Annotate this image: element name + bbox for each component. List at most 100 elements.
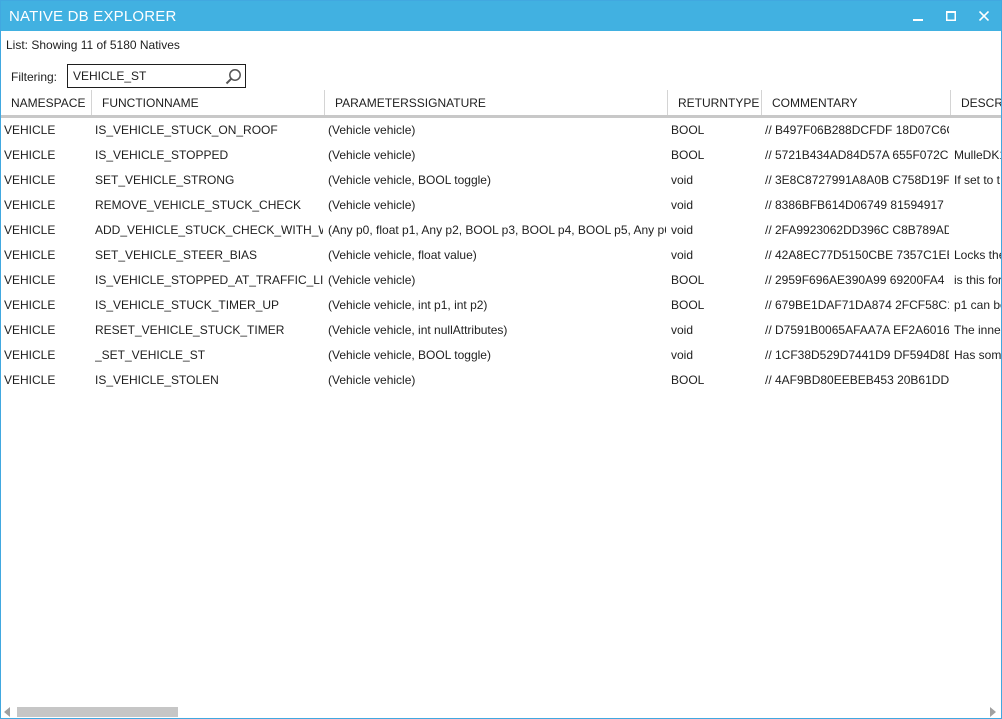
cell-returntype: BOOL [671, 273, 705, 287]
cell-parameters: (Vehicle vehicle) [328, 373, 416, 387]
cell-functionname: RESET_VEHICLE_STUCK_TIMER [95, 323, 285, 337]
filter-input[interactable] [73, 67, 221, 85]
table-row[interactable]: VEHICLE IS_VEHICLE_STOLEN (Vehicle vehicle… [1, 368, 1001, 393]
table-row[interactable]: VEHICLE RESET_VEHICLE_STUCK_TIMER (Vehicle… [1, 318, 1001, 343]
cell-description: Has some [954, 348, 1001, 362]
cell-namespace: VEHICLE [4, 298, 56, 312]
minimize-icon [913, 19, 923, 21]
cell-description: p1 can be [954, 298, 1001, 312]
cell-namespace: VEHICLE [4, 348, 56, 362]
cell-commentary: // D7591B0065AFAA7A EF2A6016 [765, 323, 949, 337]
cell-description: is this for [954, 273, 1001, 287]
cell-namespace: VEHICLE [4, 123, 56, 137]
cell-namespace: VEHICLE [4, 173, 56, 187]
grid-header: NAMESPACE FUNCTIONNAME PARAMETERSSIGNATU… [1, 90, 1001, 118]
cell-namespace: VEHICLE [4, 148, 56, 162]
cell-returntype: void [671, 173, 694, 187]
table-row[interactable]: VEHICLE IS_VEHICLE_STUCK_TIMER_UP (Vehicle… [1, 293, 1001, 318]
table-row[interactable]: VEHICLE IS_VEHICLE_STOPPED_AT_TRAFFIC_LIG… [1, 268, 1001, 293]
cell-commentary: // 5721B434AD84D57A 655F072C [765, 148, 949, 162]
cell-parameters: (Vehicle vehicle, float value) [328, 248, 477, 262]
cell-namespace: VEHICLE [4, 223, 56, 237]
cell-commentary: // 8386BFB614D06749 81594917 [765, 198, 944, 212]
cell-parameters: (Vehicle vehicle, BOOL toggle) [328, 173, 491, 187]
cell-parameters: (Vehicle vehicle, int nullAttributes) [328, 323, 508, 337]
cell-returntype: void [671, 198, 694, 212]
cell-commentary: // B497F06B288DCFDF 18D07C6C [765, 123, 949, 137]
cell-functionname: IS_VEHICLE_STUCK_ON_ROOF [95, 123, 278, 137]
table-row[interactable]: VEHICLE REMOVE_VEHICLE_STUCK_CHECK (Vehicl… [1, 193, 1001, 218]
scroll-right-arrow-icon[interactable] [989, 707, 997, 717]
cell-functionname: ADD_VEHICLE_STUCK_CHECK_WITH_WARP [95, 223, 323, 237]
cell-parameters: (Vehicle vehicle) [328, 123, 416, 137]
table-row[interactable]: VEHICLE IS_VEHICLE_STUCK_ON_ROOF (Vehicle … [1, 118, 1001, 143]
cell-returntype: BOOL [671, 148, 705, 162]
scroll-left-arrow-icon[interactable] [4, 707, 12, 717]
column-header-parameterssignature[interactable]: PARAMETERSSIGNATURE [324, 90, 667, 115]
cell-namespace: VEHICLE [4, 248, 56, 262]
cell-commentary: // 2959F696AE390A99 69200FA4 [765, 273, 945, 287]
cell-namespace: VEHICLE [4, 373, 56, 387]
table-row[interactable]: VEHICLE SET_VEHICLE_STRONG (Vehicle vehicl… [1, 168, 1001, 193]
table-row[interactable]: VEHICLE IS_VEHICLE_STOPPED (Vehicle vehicl… [1, 143, 1001, 168]
cell-functionname: IS_VEHICLE_STOPPED [95, 148, 229, 162]
filter-label: Filtering: [11, 70, 58, 84]
cell-functionname: _SET_VEHICLE_ST [95, 348, 206, 362]
scrollbar-thumb[interactable] [17, 707, 178, 717]
column-header-description[interactable]: DESCRI [950, 90, 1001, 115]
filter-box[interactable] [67, 64, 246, 88]
main-window: NATIVE DB EXPLORER List: Showing 11 of 5… [0, 0, 1002, 719]
cell-commentary: // 42A8EC77D5150CBE 7357C1EB [765, 248, 949, 262]
cell-returntype: void [671, 248, 694, 262]
maximize-icon [946, 11, 956, 21]
column-header-returntype[interactable]: RETURNTYPE [667, 90, 761, 115]
cell-parameters: (Vehicle vehicle) [328, 148, 416, 162]
column-header-namespace[interactable]: NAMESPACE [1, 90, 91, 115]
cell-parameters: (Vehicle vehicle, int p1, int p2) [328, 298, 488, 312]
minimize-button[interactable] [902, 1, 934, 31]
cell-description [954, 193, 1001, 218]
search-icon[interactable] [225, 68, 242, 85]
column-header-functionname[interactable]: FUNCTIONNAME [91, 90, 324, 115]
cell-functionname: IS_VEHICLE_STOPPED_AT_TRAFFIC_LIGHTS [95, 273, 323, 287]
cell-returntype: void [671, 323, 694, 337]
close-icon [979, 11, 989, 21]
cell-description: If set to t [954, 173, 1001, 187]
maximize-button[interactable] [935, 1, 967, 31]
table-row[interactable]: VEHICLE ADD_VEHICLE_STUCK_CHECK_WITH_WARP… [1, 218, 1001, 243]
cell-commentary: // 4AF9BD80EEBEB453 20B61DDE [765, 373, 949, 387]
table-row[interactable]: VEHICLE _SET_VEHICLE_ST (Vehicle vehicle, … [1, 343, 1001, 368]
horizontal-scrollbar[interactable] [1, 704, 1001, 718]
cell-returntype: void [671, 223, 694, 237]
cell-description [954, 118, 1001, 143]
cell-parameters: (Any p0, float p1, Any p2, BOOL p3, BOOL… [328, 223, 666, 237]
cell-namespace: VEHICLE [4, 273, 56, 287]
cell-returntype: BOOL [671, 298, 705, 312]
cell-returntype: BOOL [671, 373, 705, 387]
cell-parameters: (Vehicle vehicle) [328, 198, 416, 212]
cell-functionname: IS_VEHICLE_STOLEN [95, 373, 219, 387]
cell-description: Locks the [954, 248, 1001, 262]
table-row[interactable]: VEHICLE SET_VEHICLE_STEER_BIAS (Vehicle ve… [1, 243, 1001, 268]
window-title: NATIVE DB EXPLORER [9, 8, 177, 25]
cell-description [954, 218, 1001, 243]
cell-commentary: // 2FA9923062DD396C C8B789AD [765, 223, 949, 237]
cell-namespace: VEHICLE [4, 323, 56, 337]
cell-description: The inner [954, 323, 1001, 337]
cell-commentary: // 1CF38D529D7441D9 DF594D8D [765, 348, 949, 362]
cell-commentary: // 679BE1DAF71DA874 2FCF58C1 [765, 298, 949, 312]
close-button[interactable] [968, 1, 1000, 31]
cell-parameters: (Vehicle vehicle, BOOL toggle) [328, 348, 491, 362]
status-text: List: Showing 11 of 5180 Natives [6, 38, 180, 52]
grid-rows: VEHICLE IS_VEHICLE_STUCK_ON_ROOF (Vehicle … [1, 118, 1001, 393]
cell-returntype: void [671, 348, 694, 362]
cell-functionname: SET_VEHICLE_STEER_BIAS [95, 248, 258, 262]
column-header-commentary[interactable]: COMMENTARY [761, 90, 950, 115]
cell-description: MulleDK1 [954, 148, 1001, 162]
title-bar[interactable]: NATIVE DB EXPLORER [1, 1, 1001, 31]
cell-namespace: VEHICLE [4, 198, 56, 212]
cell-parameters: (Vehicle vehicle) [328, 273, 416, 287]
cell-functionname: IS_VEHICLE_STUCK_TIMER_UP [95, 298, 280, 312]
cell-functionname: SET_VEHICLE_STRONG [95, 173, 235, 187]
natives-grid: NAMESPACE FUNCTIONNAME PARAMETERSSIGNATU… [1, 90, 1001, 702]
